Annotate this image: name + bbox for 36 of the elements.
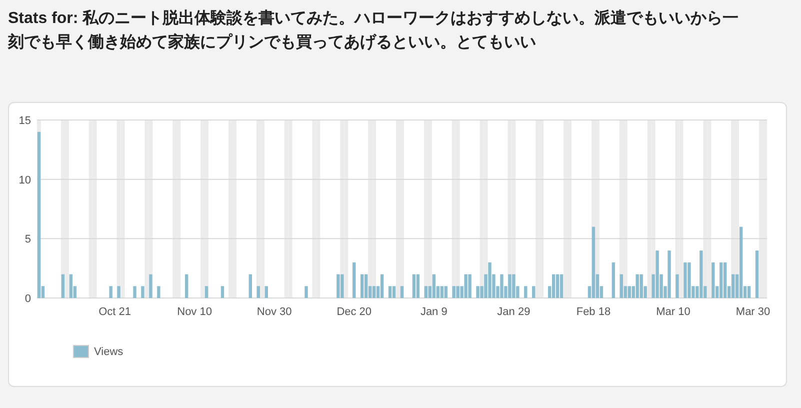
axis-label: 5	[24, 234, 31, 246]
chart-bar	[676, 274, 679, 298]
chart-bar	[400, 286, 404, 298]
chart-bar	[117, 286, 120, 298]
chart-bar	[612, 262, 616, 298]
axis-label: Oct 21	[98, 306, 131, 318]
chart-bar	[109, 286, 112, 298]
chart-bar	[532, 286, 536, 298]
axis-label: 10	[18, 174, 31, 186]
chart-bar	[157, 286, 160, 298]
axis-label: Nov 30	[256, 306, 292, 318]
chart-bar	[133, 286, 136, 298]
axis-label: Nov 10	[177, 306, 212, 318]
axis-label: Jan 9	[420, 306, 448, 318]
chart-bar	[524, 286, 528, 298]
chart-bar	[149, 274, 152, 298]
chart-bar	[220, 286, 224, 298]
axis-label: Dec 20	[336, 306, 372, 318]
page-title: Stats for: 私のニート脱出体験談を書いてみた。ハローワークはおすすめしない。派遣でもいいから一刻でも早く働き始めて家族にプリンでも買ってあげるといい。とてもいい	[6, 8, 740, 53]
axis-label: Mar 10	[656, 306, 690, 318]
axis-label: Jan 29	[497, 306, 530, 318]
chart-bar	[256, 286, 260, 298]
chart-bar	[755, 250, 759, 298]
axis-label: 0	[24, 293, 31, 305]
axis-label: Mar 30	[736, 306, 770, 318]
chart-bar	[304, 286, 308, 298]
legend-label: Views	[94, 346, 124, 358]
axis-label: 15	[18, 115, 31, 127]
axis-label: Feb 18	[576, 306, 611, 318]
chart-bar	[248, 274, 252, 298]
chart-bar	[61, 274, 65, 298]
chart-bar	[141, 286, 144, 298]
chart-bar	[185, 274, 188, 298]
chart-bar	[264, 286, 268, 298]
chart-bar	[352, 262, 356, 298]
chart-bar	[204, 286, 208, 298]
